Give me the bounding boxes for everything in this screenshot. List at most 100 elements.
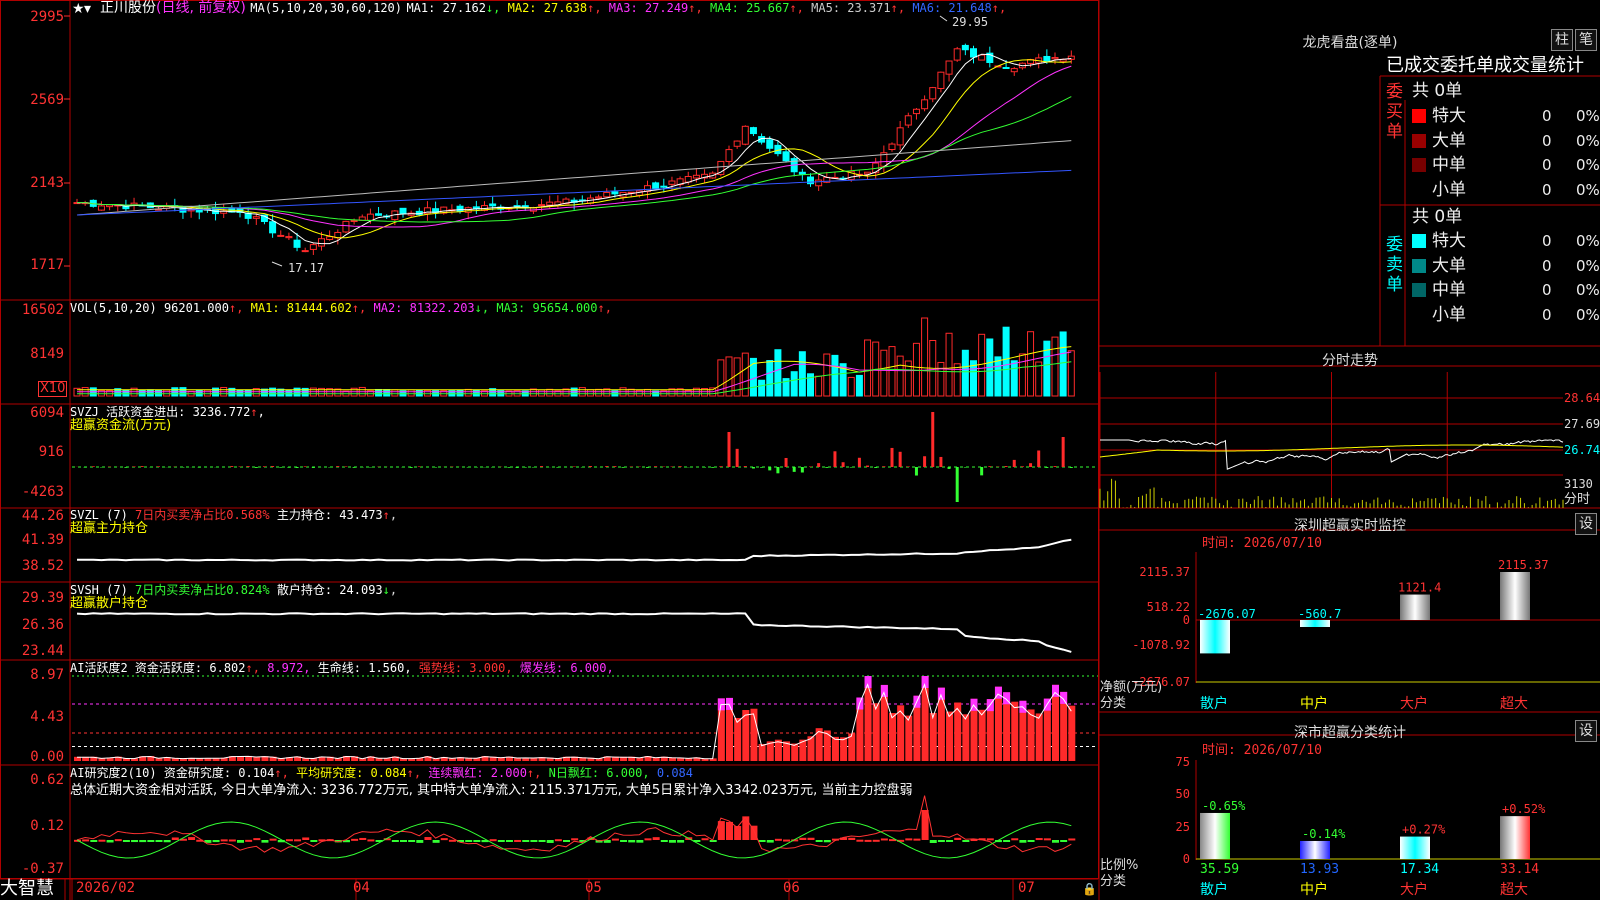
- research-bar: [880, 838, 888, 841]
- research-bar: [285, 839, 293, 842]
- bar-view-button[interactable]: 柱: [1551, 29, 1573, 51]
- volume-bar: [546, 388, 554, 397]
- research-bar: [530, 840, 538, 842]
- order-pct: 0%: [1576, 256, 1600, 275]
- price-tick: 2995: [30, 9, 64, 25]
- color-swatch-icon: [1412, 234, 1426, 248]
- research-bar: [913, 838, 921, 841]
- research-bar: [734, 826, 742, 840]
- research-bar: [1043, 838, 1051, 841]
- candle: [252, 216, 260, 219]
- activity-bar: [831, 736, 839, 761]
- order-row-4: 小单: [1412, 304, 1466, 326]
- tick-view-button[interactable]: 笔: [1575, 29, 1597, 51]
- star-icon[interactable]: ★: [72, 2, 85, 16]
- activity-bar: [954, 702, 962, 761]
- ai2-tick: -0.37: [21, 861, 64, 877]
- volume-bar: [912, 342, 920, 397]
- volume-bar: [391, 389, 399, 397]
- lock-icon[interactable]: 🔒: [1082, 882, 1097, 896]
- ma-value-1: MA1: 27.162: [406, 1, 486, 15]
- candle: [937, 71, 945, 89]
- volume-bar: [586, 389, 594, 397]
- candle: [733, 140, 741, 147]
- dropdown-chevron-icon[interactable]: ▾: [84, 2, 91, 16]
- research-bar: [408, 840, 416, 842]
- research-bar: [986, 838, 994, 841]
- vol-tick: 16502: [21, 302, 64, 318]
- svsh-tick: 23.44: [21, 643, 64, 659]
- volume-bar: [1059, 331, 1067, 397]
- chart-mode: (日线, 前复权): [156, 0, 246, 16]
- activity-bar: [889, 713, 896, 761]
- activity-bar: [774, 739, 782, 761]
- classify-change-label: -0.65%: [1202, 799, 1246, 813]
- research-bar: [147, 840, 155, 842]
- order-type: 小单: [1432, 304, 1466, 325]
- sell-total: 共 0单: [1412, 207, 1463, 227]
- research-bar: [856, 839, 864, 842]
- chart-canvas[interactable]: 2115.37518.220-1078.92-2676.07-2676.07散户…: [0, 0, 1600, 900]
- svzj-sub: 超赢资金流(万元): [70, 418, 172, 433]
- order-pct: 0%: [1576, 281, 1600, 299]
- classify-bar: [1400, 836, 1430, 859]
- research-bar: [709, 840, 717, 842]
- volume-bar: [1027, 331, 1035, 397]
- volume-bar: [1051, 336, 1059, 397]
- activity-bar: [1027, 709, 1035, 761]
- research-bar: [310, 840, 318, 842]
- classify-bar: [1300, 840, 1330, 859]
- monitor-value-label: 1121.4: [1398, 581, 1441, 595]
- research-bar: [848, 837, 856, 840]
- volume-bar: [375, 388, 383, 397]
- volume-bar: [978, 333, 986, 397]
- candle: [366, 213, 374, 221]
- monitor-value-label: -560.7: [1298, 607, 1341, 621]
- x-tick: 07: [1018, 880, 1035, 896]
- intraday-tick: 27.69: [1564, 417, 1600, 431]
- color-swatch-icon: [1412, 109, 1426, 123]
- volume-bar: [774, 349, 782, 397]
- monitor-settings-button[interactable]: 设: [1575, 513, 1597, 535]
- order-count: 0: [1542, 156, 1552, 174]
- research-bar: [701, 838, 709, 841]
- candle: [929, 87, 937, 100]
- order-row-3: 中单: [1412, 279, 1466, 301]
- volume-bar: [595, 388, 603, 397]
- classify-tick: 75: [1176, 755, 1190, 769]
- candle: [921, 99, 929, 110]
- svsh-sub: 超赢散户持仓: [70, 596, 149, 611]
- vol-unit-badge[interactable]: X10: [38, 381, 68, 397]
- volume-bar: [464, 388, 472, 397]
- order-row-2: 大单: [1412, 255, 1466, 277]
- candle: [668, 180, 676, 185]
- research-bar: [546, 840, 554, 843]
- ai1-label: AI活跃度2: [70, 661, 128, 675]
- candle: [766, 139, 774, 149]
- candle: [970, 48, 977, 58]
- classify-settings-button[interactable]: 设: [1575, 720, 1597, 742]
- research-bar: [416, 840, 424, 843]
- sell-side-label: 委卖单: [1386, 235, 1403, 295]
- research-bar: [946, 840, 954, 842]
- research-bar: [98, 839, 106, 842]
- vol-ma-value-3: MA3: 95654.000: [496, 301, 598, 315]
- volume-bar: [798, 351, 806, 397]
- candle: [1002, 67, 1010, 70]
- svzl-ratio: 7日内买卖净占比0.568%: [135, 508, 270, 522]
- research-bar: [807, 837, 815, 840]
- low-price-label: 17.17: [288, 261, 325, 275]
- research-bar: [864, 839, 872, 842]
- color-swatch-icon: [1412, 258, 1426, 273]
- research-bar: [677, 840, 685, 843]
- classify-change-label: +0.27%: [1402, 823, 1446, 837]
- order-pct: 0%: [1576, 131, 1600, 150]
- order-stat-tabs[interactable]: 已成交委托单成交量统计: [1386, 55, 1584, 77]
- research-bar: [962, 840, 970, 842]
- research-bar: [726, 821, 733, 840]
- research-bar: [171, 837, 179, 840]
- research-bar: [359, 837, 367, 840]
- candle: [611, 191, 619, 195]
- research-bar: [636, 840, 644, 843]
- classify-change-label: +0.52%: [1502, 802, 1546, 816]
